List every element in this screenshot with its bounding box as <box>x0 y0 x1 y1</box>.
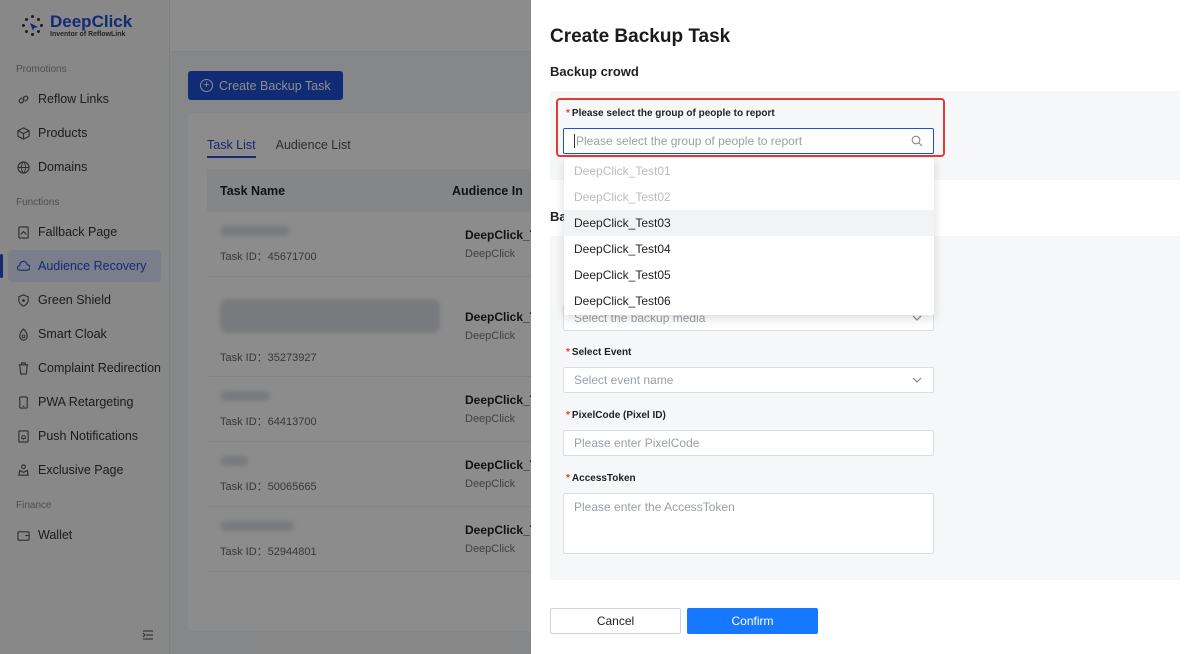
cancel-button[interactable]: Cancel <box>550 608 681 634</box>
dropdown-option: DeepClick_Test02 <box>574 190 671 204</box>
pixel-code-input[interactable]: Please enter PixelCode <box>563 430 934 456</box>
create-backup-task-drawer: Create Backup Task Backup crowd Ba * Plea… <box>531 0 1200 654</box>
highlight-box <box>556 98 945 157</box>
section-title-backup-crowd: Backup crowd <box>550 64 639 79</box>
drawer-title: Create Backup Task <box>550 26 731 47</box>
dropdown-option[interactable]: DeepClick_Test05 <box>564 262 934 288</box>
event-field-label: * Select Event <box>566 347 632 358</box>
token-field-label: * AccessToken <box>566 473 636 484</box>
modal-backdrop[interactable] <box>0 0 531 654</box>
token-placeholder: Please enter the AccessToken <box>574 500 735 514</box>
group-dropdown: DeepClick_Test01 DeepClick_Test02 DeepCl… <box>564 158 934 315</box>
pixel-field-label: * PixelCode (Pixel ID) <box>566 410 666 421</box>
chevron-down-icon <box>911 374 923 386</box>
event-select[interactable]: Select event name <box>563 367 934 393</box>
event-placeholder: Select event name <box>574 373 674 387</box>
access-token-textarea[interactable]: Please enter the AccessToken <box>563 493 934 554</box>
confirm-button[interactable]: Confirm <box>687 608 818 634</box>
dropdown-option: DeepClick_Test01 <box>574 164 671 178</box>
dropdown-option[interactable]: DeepClick_Test03 <box>564 210 934 236</box>
dropdown-option[interactable]: DeepClick_Test06 <box>564 288 934 314</box>
pixel-placeholder: Please enter PixelCode <box>574 436 700 450</box>
dropdown-option[interactable]: DeepClick_Test04 <box>564 236 934 262</box>
